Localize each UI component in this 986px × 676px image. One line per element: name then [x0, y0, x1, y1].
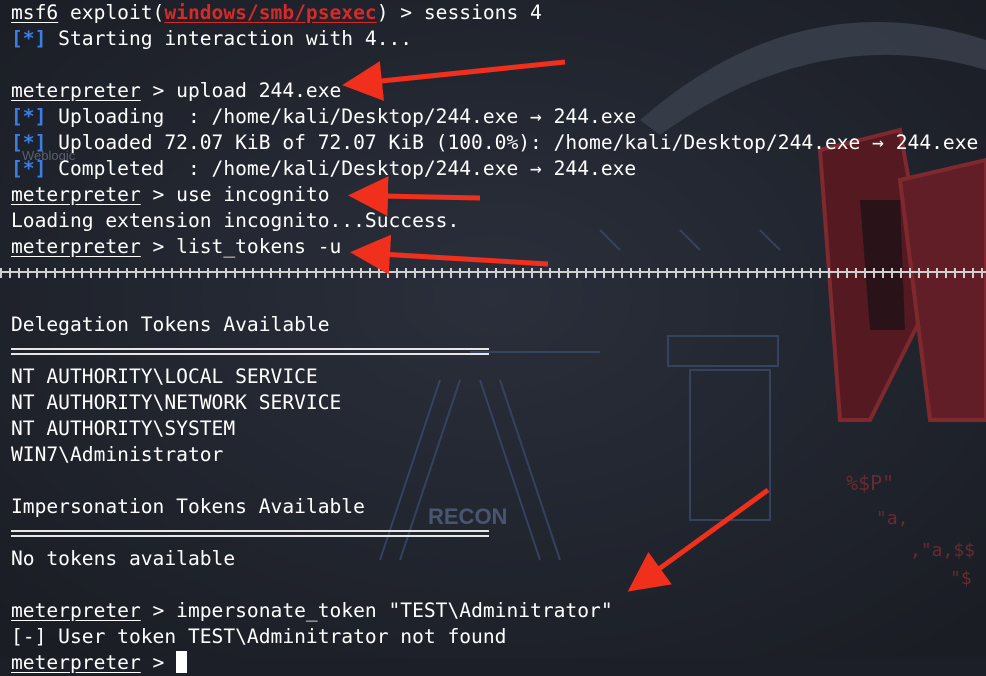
- annotation-arrows: [342, 59, 770, 592]
- arrow-impersonate: [627, 487, 770, 592]
- arrow-list-tokens: [350, 234, 549, 275]
- arrow-upload: [342, 59, 566, 101]
- arrow-use-incognito: [348, 176, 481, 217]
